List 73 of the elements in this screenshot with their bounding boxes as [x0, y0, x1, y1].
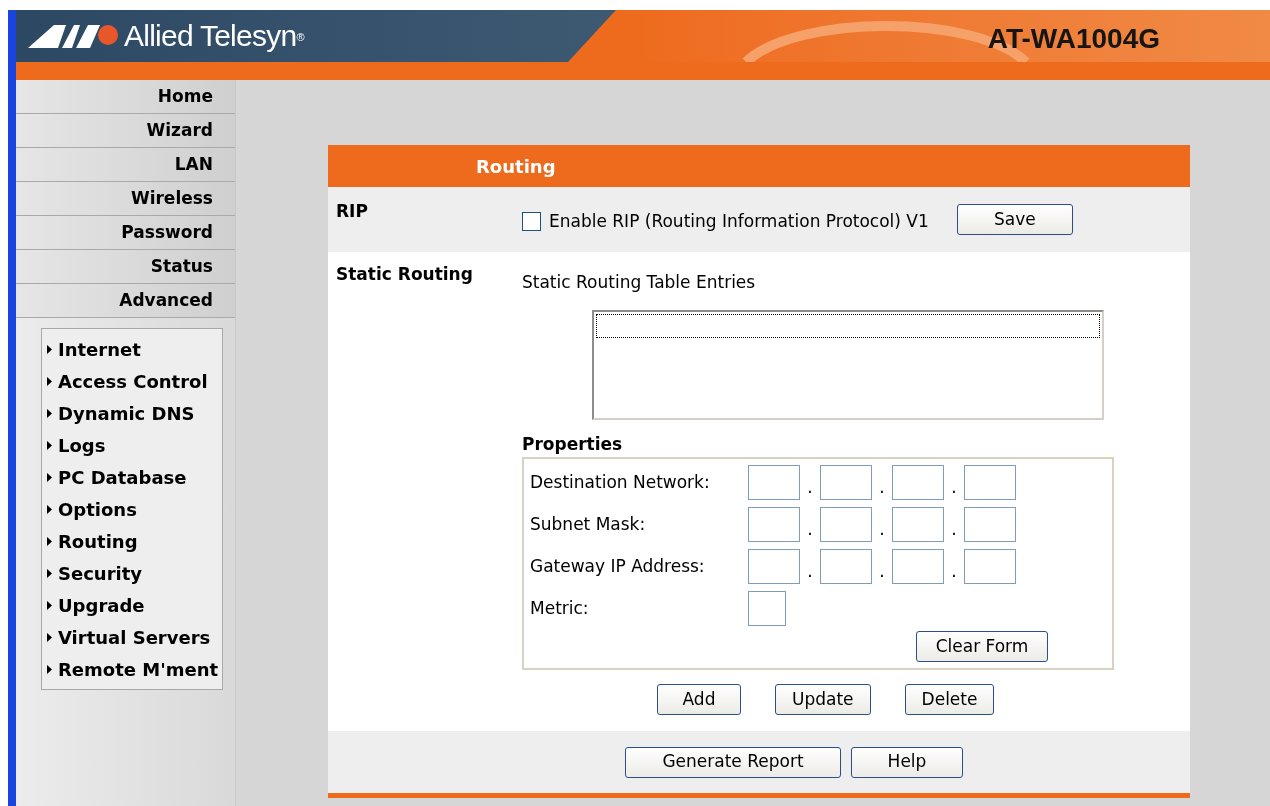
field-label: Subnet Mask: [530, 512, 647, 536]
octet-field[interactable] [748, 549, 800, 584]
submenu-item[interactable]: Routing [42, 525, 222, 557]
model-name: AT-WA1004G [987, 22, 1160, 56]
octet-field[interactable] [748, 507, 800, 542]
clear-form-button[interactable]: Clear Form [916, 631, 1048, 662]
triangle-icon [47, 376, 52, 386]
submenu-item[interactable]: Upgrade [42, 589, 222, 621]
triangle-icon [47, 344, 52, 354]
submenu-item[interactable]: Access Control [42, 365, 222, 397]
octet-field[interactable] [892, 549, 944, 584]
triangle-icon [47, 408, 52, 418]
field-label: Metric: [530, 596, 590, 620]
submenu-item[interactable]: PC Database [42, 461, 222, 493]
field-label: Destination Network: [530, 470, 711, 494]
submenu-item[interactable]: Internet [42, 333, 222, 365]
main-menu-item[interactable]: Advanced [16, 284, 235, 318]
triangle-icon [47, 568, 52, 578]
triangle-icon [47, 632, 52, 642]
triangle-icon [47, 664, 52, 674]
octet-field[interactable] [964, 507, 1016, 542]
octet-field[interactable] [820, 507, 872, 542]
action-button[interactable]: Add [657, 684, 741, 715]
focus-row[interactable] [596, 313, 1100, 338]
rip-label: RIP [336, 200, 369, 223]
panel-title: Routing [328, 145, 1190, 187]
octet-field[interactable] [892, 465, 944, 500]
brand-name: Allied Telesyn$^{®}$ [124, 21, 304, 51]
dot-separator: . [950, 475, 958, 499]
dot-separator: . [950, 517, 958, 541]
main-menu-item[interactable]: Password [16, 216, 235, 250]
footer-button[interactable]: Generate Report [625, 746, 841, 778]
dot-separator: . [878, 517, 886, 541]
properties-title: Properties [522, 432, 624, 456]
logo-icon [28, 23, 120, 49]
octet-field[interactable] [964, 549, 1016, 584]
static-routing-label: Static Routing [336, 263, 474, 286]
main-menu-item[interactable]: LAN [16, 148, 235, 182]
octet-field[interactable] [964, 465, 1016, 500]
triangle-icon [47, 504, 52, 514]
dot-separator: . [878, 475, 886, 499]
footer-button[interactable]: Help [851, 746, 963, 778]
dot-separator: . [878, 559, 886, 583]
main-menu-item[interactable]: Wizard [16, 114, 235, 148]
dot-separator: . [806, 517, 814, 541]
rip-checkbox-label: Enable RIP (Routing Information Protocol) V1 [549, 210, 929, 233]
rip-checkbox[interactable] [522, 212, 541, 232]
triangle-icon [47, 600, 52, 610]
octet-field[interactable] [748, 465, 800, 500]
submenu-item[interactable]: Security [42, 557, 222, 589]
triangle-icon [47, 536, 52, 546]
submenu-item[interactable]: Dynamic DNS [42, 397, 222, 429]
save-button[interactable]: Save [956, 204, 1073, 235]
octet-field[interactable] [820, 549, 872, 584]
submenu-item[interactable]: Remote M'ment [42, 653, 222, 685]
metric-field[interactable] [748, 591, 786, 626]
octet-field[interactable] [820, 465, 872, 500]
action-button[interactable]: Update [775, 684, 871, 715]
dot-separator: . [806, 475, 814, 499]
dot-separator: . [950, 559, 958, 583]
triangle-icon [47, 440, 52, 450]
main-menu-item[interactable]: Wireless [16, 182, 235, 216]
submenu-item[interactable]: Logs [42, 429, 222, 461]
triangle-icon [47, 472, 52, 482]
main-menu-item[interactable]: Status [16, 250, 235, 284]
action-button[interactable]: Delete [904, 684, 995, 715]
field-label: Gateway IP Address: [530, 554, 706, 578]
octet-field[interactable] [892, 507, 944, 542]
main-menu-item[interactable]: Home [16, 80, 235, 114]
table-label: Static Routing Table Entries [522, 271, 757, 294]
submenu-item[interactable]: Virtual Servers [42, 621, 222, 653]
submenu-item[interactable]: Options [42, 493, 222, 525]
dot-separator: . [806, 559, 814, 583]
